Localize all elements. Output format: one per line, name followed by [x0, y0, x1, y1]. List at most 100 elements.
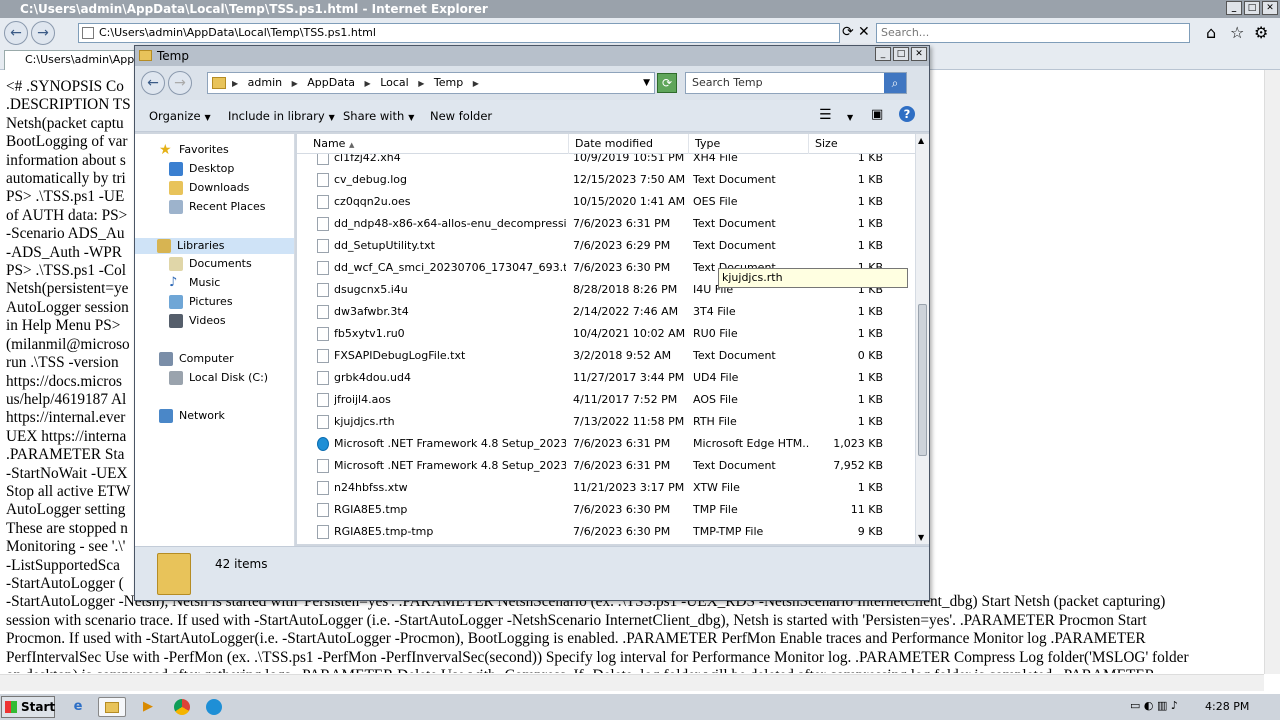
chevron-down-icon: ▼	[408, 113, 415, 122]
chevron-right-icon[interactable]: ▶	[292, 74, 298, 94]
chevron-right-icon[interactable]: ▶	[232, 74, 238, 94]
nav-computer[interactable]: Computer	[159, 351, 234, 367]
nav-favorites[interactable]: ★ Favorites	[159, 142, 229, 158]
file-row[interactable]: cl1fzj42.xh4 10/9/2019 10:51 PM XH4 File 1 …	[297, 154, 915, 169]
file-list-scrollbar[interactable]: ▲ ▼	[915, 134, 929, 544]
file-icon	[317, 217, 329, 231]
file-type: Text Document	[693, 173, 776, 186]
taskbar-explorer-icon[interactable]	[98, 697, 126, 717]
nav-downloads[interactable]: Downloads	[169, 180, 249, 196]
scroll-thumb[interactable]	[918, 304, 927, 456]
organize-button[interactable]: Organize ▼	[149, 109, 211, 123]
gear-icon[interactable]: ⚙	[1254, 23, 1268, 42]
taskbar-clock[interactable]: 4:28 PM	[1205, 694, 1249, 720]
scroll-down-icon[interactable]: ▼	[918, 533, 924, 542]
new-folder-button[interactable]: New folder	[430, 109, 492, 123]
file-name: Microsoft .NET Framework 4.8 Setup_20230…	[334, 437, 566, 450]
taskbar-edge-icon[interactable]	[200, 697, 228, 717]
breadcrumb-appdata[interactable]: AppData	[307, 73, 355, 93]
ie-tab-label: C:\Users\admin\AppDa...	[25, 53, 135, 66]
page-icon	[82, 27, 94, 39]
ie-close-button[interactable]: ✕	[1262, 1, 1278, 15]
help-icon[interactable]: ?	[899, 106, 915, 122]
file-size: 1 KB	[857, 327, 883, 340]
nav-music[interactable]: ♪ Music	[169, 275, 220, 291]
ie-forward-icon[interactable]: →	[31, 21, 55, 45]
breadcrumb-admin[interactable]: admin	[248, 73, 282, 93]
explorer-minimize-button[interactable]: _	[875, 47, 891, 61]
column-size[interactable]: Size	[809, 134, 915, 154]
file-date: 10/15/2020 1:41 AM	[573, 195, 686, 208]
file-row[interactable]: dd_ndp48-x86-x64-allos-enu_decompression…	[297, 213, 915, 235]
nav-local-disk[interactable]: Local Disk (C:)	[169, 370, 268, 386]
ie-address-bar[interactable]: C:\Users\admin\AppData\Local\Temp\TSS.ps…	[78, 23, 840, 43]
file-row[interactable]: cz0qqn2u.oes 10/15/2020 1:41 AM OES File 1 …	[297, 191, 915, 213]
file-row[interactable]: dw3afwbr.3t4 2/14/2022 7:46 AM 3T4 File 1 K…	[297, 301, 915, 323]
chevron-down-icon[interactable]: ▼	[643, 73, 650, 93]
breadcrumb[interactable]: ▶ admin ▶ AppData ▶ Local ▶ Temp ▶ ▼	[207, 72, 655, 94]
explorer-search-input[interactable]: Search Temp ⌕	[685, 72, 907, 94]
favorites-star-icon[interactable]: ☆	[1230, 23, 1244, 42]
explorer-close-button[interactable]: ✕	[911, 47, 927, 61]
file-name: kjujdjcs.rth	[334, 415, 395, 428]
file-row[interactable]: RGIA8E5.tmp-tmp 7/6/2023 6:30 PM TMP-TMP F…	[297, 521, 915, 543]
ie-search-input[interactable]: Search...	[876, 23, 1190, 43]
file-size: 1 KB	[857, 154, 883, 164]
chevron-right-icon[interactable]: ▶	[365, 74, 371, 94]
chevron-right-icon[interactable]: ▶	[418, 74, 424, 94]
nav-videos[interactable]: Videos	[169, 313, 226, 329]
file-row[interactable]: n24hbfss.xtw 11/21/2023 3:17 PM XTW File 1 …	[297, 477, 915, 499]
chevron-right-icon[interactable]: ▶	[473, 74, 479, 94]
view-options-icon[interactable]: ☰	[819, 107, 832, 123]
column-date-modified[interactable]: Date modified	[569, 134, 689, 154]
nav-network[interactable]: Network	[159, 408, 225, 424]
tray-icons[interactable]: ▭ ◐ ▥ ♪	[1130, 699, 1178, 712]
explorer-forward-icon[interactable]: →	[168, 71, 192, 95]
file-row[interactable]: kjujdjcs.rth 7/13/2022 11:58 PM RTH File 1 …	[297, 411, 915, 433]
ie-tab[interactable]: C:\Users\admin\AppDa...	[4, 50, 136, 70]
file-row[interactable]: FXSAPIDebugLogFile.txt 3/2/2018 9:52 AM Te…	[297, 345, 915, 367]
explorer-back-icon[interactable]: ←	[141, 71, 165, 95]
file-row[interactable]: fb5xytv1.ru0 10/4/2021 10:02 AM RU0 File 1 …	[297, 323, 915, 345]
nav-pictures[interactable]: Pictures	[169, 294, 233, 310]
taskbar-media-icon[interactable]: ▶	[134, 697, 162, 717]
nav-desktop[interactable]: Desktop	[169, 161, 234, 177]
nav-libraries[interactable]: Libraries	[135, 238, 294, 254]
file-row[interactable]: Microsoft .NET Framework 4.8 Setup_20230…	[297, 433, 915, 455]
search-icon[interactable]: ⌕	[884, 73, 906, 93]
ie-vertical-scrollbar[interactable]	[1264, 70, 1280, 674]
explorer-maximize-button[interactable]: □	[893, 47, 909, 61]
ie-minimize-button[interactable]: _	[1226, 1, 1242, 15]
ie-maximize-button[interactable]: □	[1244, 1, 1260, 15]
nav-recent-places[interactable]: Recent Places	[169, 199, 266, 215]
breadcrumb-temp[interactable]: Temp	[434, 73, 463, 93]
file-date: 7/6/2023 6:29 PM	[573, 239, 671, 252]
nav-documents[interactable]: Documents	[169, 256, 252, 272]
file-name: dsugcnx5.i4u	[334, 283, 408, 296]
file-row[interactable]: Microsoft .NET Framework 4.8 Setup_20230…	[297, 455, 915, 477]
ie-horizontal-scrollbar[interactable]	[0, 674, 1264, 691]
file-row[interactable]: grbk4dou.ud4 11/27/2017 3:44 PM UD4 File 1 …	[297, 367, 915, 389]
nav-local-disk-label: Local Disk (C:)	[189, 371, 269, 384]
include-in-library-button[interactable]: Include in library ▼	[228, 109, 335, 123]
scroll-up-icon[interactable]: ▲	[918, 136, 924, 145]
taskbar-ie-icon[interactable]: e	[64, 697, 92, 717]
file-row[interactable]: jfroijl4.aos 4/11/2017 7:52 PM AOS File 1 K…	[297, 389, 915, 411]
preview-pane-icon[interactable]: ▣	[871, 107, 883, 122]
column-type[interactable]: Type	[689, 134, 809, 154]
start-button[interactable]: Start	[1, 696, 55, 718]
taskbar-chrome-icon[interactable]	[168, 697, 196, 717]
file-icon	[317, 305, 329, 319]
share-with-button[interactable]: Share with ▼	[343, 109, 414, 123]
column-name[interactable]: Name ▲	[307, 134, 569, 154]
ie-back-icon[interactable]: ←	[4, 21, 28, 45]
file-row[interactable]: cv_debug.log 12/15/2023 7:50 AM Text Docum…	[297, 169, 915, 191]
refresh-icon[interactable]: ⟳	[842, 24, 854, 40]
file-row[interactable]: dd_SetupUtility.txt 7/6/2023 6:29 PM Text …	[297, 235, 915, 257]
file-row[interactable]: RGIA8E5.tmp 7/6/2023 6:30 PM TMP File 11 KB	[297, 499, 915, 521]
home-icon[interactable]: ⌂	[1206, 23, 1216, 42]
breadcrumb-local[interactable]: Local	[380, 73, 409, 93]
refresh-icon[interactable]: ⟳	[657, 73, 677, 93]
stop-icon[interactable]: ✕	[858, 24, 870, 40]
chevron-down-icon[interactable]: ▼	[847, 109, 853, 123]
